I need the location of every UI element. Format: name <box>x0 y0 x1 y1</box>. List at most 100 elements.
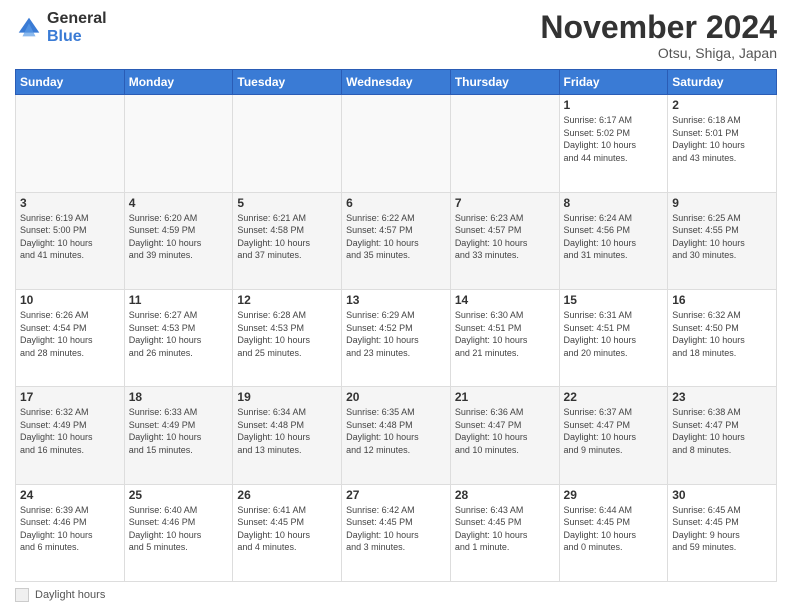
day-number: 9 <box>672 196 772 210</box>
calendar-body: 1 Sunrise: 6:17 AMSunset: 5:02 PMDaylight… <box>16 95 777 582</box>
day-number: 7 <box>455 196 555 210</box>
day-number: 14 <box>455 293 555 307</box>
calendar-cell-w3-d3: 20 Sunrise: 6:35 AMSunset: 4:48 PMDayligh… <box>342 387 451 484</box>
logo-icon <box>15 14 43 42</box>
daylight-hours-label: Daylight hours <box>35 589 105 601</box>
week-row-1: 1 Sunrise: 6:17 AMSunset: 5:02 PMDaylight… <box>16 95 777 192</box>
day-info: Sunrise: 6:42 AMSunset: 4:45 PMDaylight:… <box>346 504 446 554</box>
day-info: Sunrise: 6:17 AMSunset: 5:02 PMDaylight:… <box>564 114 664 164</box>
calendar-cell-w3-d6: 23 Sunrise: 6:38 AMSunset: 4:47 PMDayligh… <box>668 387 777 484</box>
day-info: Sunrise: 6:45 AMSunset: 4:45 PMDaylight:… <box>672 504 772 554</box>
calendar-cell-w2-d0: 10Sunrise: 6:26 AMSunset: 4:54 PMDayligh… <box>16 289 125 386</box>
calendar-cell-w2-d5: 15Sunrise: 6:31 AMSunset: 4:51 PMDayligh… <box>559 289 668 386</box>
col-friday: Friday <box>559 70 668 95</box>
day-info: Sunrise: 6:23 AMSunset: 4:57 PMDaylight:… <box>455 212 555 262</box>
day-info: Sunrise: 6:27 AMSunset: 4:53 PMDaylight:… <box>129 309 229 359</box>
day-info: Sunrise: 6:29 AMSunset: 4:52 PMDaylight:… <box>346 309 446 359</box>
day-info: Sunrise: 6:31 AMSunset: 4:51 PMDaylight:… <box>564 309 664 359</box>
calendar-cell-w0-d5: 1 Sunrise: 6:17 AMSunset: 5:02 PMDaylight… <box>559 95 668 192</box>
footer: Daylight hours <box>15 588 777 602</box>
day-number: 6 <box>346 196 446 210</box>
week-row-3: 10Sunrise: 6:26 AMSunset: 4:54 PMDayligh… <box>16 289 777 386</box>
day-info: Sunrise: 6:24 AMSunset: 4:56 PMDaylight:… <box>564 212 664 262</box>
day-number: 19 <box>237 390 337 404</box>
day-number: 29 <box>564 488 664 502</box>
calendar-cell-w0-d3 <box>342 95 451 192</box>
day-info: Sunrise: 6:28 AMSunset: 4:53 PMDaylight:… <box>237 309 337 359</box>
day-number: 21 <box>455 390 555 404</box>
calendar-cell-w3-d0: 17 Sunrise: 6:32 AMSunset: 4:49 PMDayligh… <box>16 387 125 484</box>
day-number: 2 <box>672 98 772 112</box>
day-info: Sunrise: 6:32 AMSunset: 4:49 PMDaylight:… <box>20 406 120 456</box>
day-number: 28 <box>455 488 555 502</box>
day-info: Sunrise: 6:43 AMSunset: 4:45 PMDaylight:… <box>455 504 555 554</box>
day-info: Sunrise: 6:44 AMSunset: 4:45 PMDaylight:… <box>564 504 664 554</box>
day-info: Sunrise: 6:21 AMSunset: 4:58 PMDaylight:… <box>237 212 337 262</box>
day-number: 20 <box>346 390 446 404</box>
day-info: Sunrise: 6:20 AMSunset: 4:59 PMDaylight:… <box>129 212 229 262</box>
day-number: 26 <box>237 488 337 502</box>
day-number: 1 <box>564 98 664 112</box>
day-info: Sunrise: 6:30 AMSunset: 4:51 PMDaylight:… <box>455 309 555 359</box>
calendar-cell-w1-d5: 8 Sunrise: 6:24 AMSunset: 4:56 PMDaylight… <box>559 192 668 289</box>
day-number: 22 <box>564 390 664 404</box>
day-info: Sunrise: 6:39 AMSunset: 4:46 PMDaylight:… <box>20 504 120 554</box>
calendar-cell-w1-d3: 6 Sunrise: 6:22 AMSunset: 4:57 PMDaylight… <box>342 192 451 289</box>
calendar-cell-w1-d6: 9Sunrise: 6:25 AMSunset: 4:55 PMDaylight… <box>668 192 777 289</box>
day-number: 8 <box>564 196 664 210</box>
calendar-cell-w2-d3: 13 Sunrise: 6:29 AMSunset: 4:52 PMDayligh… <box>342 289 451 386</box>
day-info: Sunrise: 6:35 AMSunset: 4:48 PMDaylight:… <box>346 406 446 456</box>
day-number: 13 <box>346 293 446 307</box>
calendar-cell-w4-d1: 25 Sunrise: 6:40 AMSunset: 4:46 PMDayligh… <box>124 484 233 581</box>
page: General Blue November 2024 Otsu, Shiga, … <box>0 0 792 612</box>
day-number: 27 <box>346 488 446 502</box>
calendar-cell-w4-d2: 26 Sunrise: 6:41 AMSunset: 4:45 PMDayligh… <box>233 484 342 581</box>
col-saturday: Saturday <box>668 70 777 95</box>
calendar-cell-w2-d6: 16Sunrise: 6:32 AMSunset: 4:50 PMDayligh… <box>668 289 777 386</box>
day-info: Sunrise: 6:37 AMSunset: 4:47 PMDaylight:… <box>564 406 664 456</box>
day-number: 16 <box>672 293 772 307</box>
calendar-cell-w1-d0: 3Sunrise: 6:19 AMSunset: 5:00 PMDaylight… <box>16 192 125 289</box>
calendar-cell-w0-d6: 2Sunrise: 6:18 AMSunset: 5:01 PMDaylight… <box>668 95 777 192</box>
calendar-cell-w0-d2 <box>233 95 342 192</box>
calendar-cell-w3-d2: 19 Sunrise: 6:34 AMSunset: 4:48 PMDayligh… <box>233 387 342 484</box>
calendar-cell-w1-d2: 5 Sunrise: 6:21 AMSunset: 4:58 PMDaylight… <box>233 192 342 289</box>
month-title: November 2024 <box>540 10 777 45</box>
day-number: 24 <box>20 488 120 502</box>
day-info: Sunrise: 6:33 AMSunset: 4:49 PMDaylight:… <box>129 406 229 456</box>
calendar-cell-w4-d5: 29 Sunrise: 6:44 AMSunset: 4:45 PMDayligh… <box>559 484 668 581</box>
day-info: Sunrise: 6:41 AMSunset: 4:45 PMDaylight:… <box>237 504 337 554</box>
day-number: 3 <box>20 196 120 210</box>
day-number: 25 <box>129 488 229 502</box>
week-row-5: 24 Sunrise: 6:39 AMSunset: 4:46 PMDayligh… <box>16 484 777 581</box>
day-number: 17 <box>20 390 120 404</box>
header: General Blue November 2024 Otsu, Shiga, … <box>15 10 777 61</box>
calendar-cell-w0-d4 <box>450 95 559 192</box>
col-wednesday: Wednesday <box>342 70 451 95</box>
calendar-cell-w4-d3: 27 Sunrise: 6:42 AMSunset: 4:45 PMDayligh… <box>342 484 451 581</box>
calendar-cell-w3-d4: 21 Sunrise: 6:36 AMSunset: 4:47 PMDayligh… <box>450 387 559 484</box>
calendar-cell-w2-d2: 12Sunrise: 6:28 AMSunset: 4:53 PMDayligh… <box>233 289 342 386</box>
logo-text: General Blue <box>47 10 107 45</box>
day-number: 5 <box>237 196 337 210</box>
day-info: Sunrise: 6:38 AMSunset: 4:47 PMDaylight:… <box>672 406 772 456</box>
day-info: Sunrise: 6:36 AMSunset: 4:47 PMDaylight:… <box>455 406 555 456</box>
title-area: November 2024 Otsu, Shiga, Japan <box>540 10 777 61</box>
day-info: Sunrise: 6:40 AMSunset: 4:46 PMDaylight:… <box>129 504 229 554</box>
calendar-cell-w2-d4: 14 Sunrise: 6:30 AMSunset: 4:51 PMDayligh… <box>450 289 559 386</box>
day-info: Sunrise: 6:22 AMSunset: 4:57 PMDaylight:… <box>346 212 446 262</box>
col-sunday: Sunday <box>16 70 125 95</box>
col-monday: Monday <box>124 70 233 95</box>
calendar-cell-w3-d5: 22 Sunrise: 6:37 AMSunset: 4:47 PMDayligh… <box>559 387 668 484</box>
calendar-cell-w4-d4: 28 Sunrise: 6:43 AMSunset: 4:45 PMDayligh… <box>450 484 559 581</box>
day-number: 18 <box>129 390 229 404</box>
calendar-cell-w0-d1 <box>124 95 233 192</box>
calendar-cell-w1-d1: 4Sunrise: 6:20 AMSunset: 4:59 PMDaylight… <box>124 192 233 289</box>
calendar-cell-w2-d1: 11Sunrise: 6:27 AMSunset: 4:53 PMDayligh… <box>124 289 233 386</box>
calendar-header: Sunday Monday Tuesday Wednesday Thursday… <box>16 70 777 95</box>
day-number: 23 <box>672 390 772 404</box>
logo-blue-text: Blue <box>47 28 107 46</box>
logo-general-text: General <box>47 10 107 28</box>
calendar-table: Sunday Monday Tuesday Wednesday Thursday… <box>15 69 777 582</box>
day-info: Sunrise: 6:34 AMSunset: 4:48 PMDaylight:… <box>237 406 337 456</box>
